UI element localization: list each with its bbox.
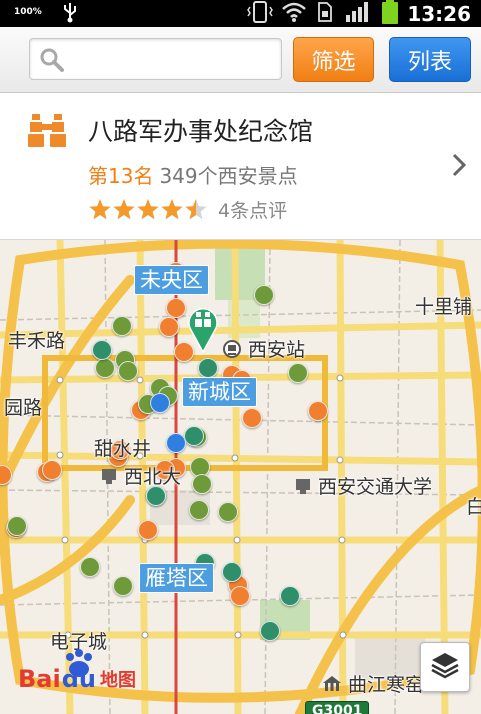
star-rating bbox=[89, 198, 207, 219]
poi-marker[interactable] bbox=[184, 426, 204, 446]
poi-marker[interactable] bbox=[42, 460, 62, 480]
building-icon bbox=[100, 466, 124, 488]
poi-marker[interactable] bbox=[230, 586, 250, 606]
place-label: 白 bbox=[466, 496, 481, 518]
layers-icon bbox=[430, 651, 460, 683]
poi-marker[interactable] bbox=[150, 393, 170, 413]
poi-marker[interactable] bbox=[146, 486, 166, 506]
selected-poi-pin[interactable] bbox=[186, 302, 220, 358]
filter-button[interactable]: 筛选 bbox=[293, 37, 374, 82]
poi-marker[interactable] bbox=[159, 317, 179, 337]
poi-marker[interactable] bbox=[118, 361, 138, 381]
poi-marker[interactable] bbox=[189, 500, 209, 520]
battery-percent: 100% bbox=[14, 7, 42, 17]
district-label: 未央区 bbox=[134, 265, 209, 295]
search-input[interactable] bbox=[29, 38, 282, 80]
landmark-icon bbox=[322, 674, 348, 696]
attraction-title: 八路军办事处纪念馆 bbox=[88, 117, 314, 146]
binoculars-icon bbox=[28, 114, 66, 152]
poi-marker[interactable] bbox=[166, 433, 186, 453]
map-layers-button[interactable] bbox=[420, 642, 470, 692]
app-root: 100% 13:26 筛选 列表 八路军办事处纪念馆 第13名 349个西安景点… bbox=[0, 0, 481, 714]
place-label: 曲江寒窑 bbox=[322, 670, 424, 697]
poi-marker[interactable] bbox=[92, 340, 112, 360]
district-label: 雁塔区 bbox=[139, 563, 214, 593]
poi-marker[interactable] bbox=[80, 557, 100, 577]
poi-marker[interactable] bbox=[254, 285, 274, 305]
place-label: 园路 bbox=[4, 397, 43, 419]
baidu-map-logo: Bai du 地图 bbox=[18, 649, 136, 693]
signal-icon bbox=[345, 1, 369, 27]
place-label: 西北大 bbox=[100, 462, 181, 489]
list-button[interactable]: 列表 bbox=[389, 37, 471, 82]
star-icon bbox=[113, 198, 135, 219]
star-icon bbox=[137, 198, 159, 219]
place-label: 西安交通大学 bbox=[294, 472, 432, 499]
highway-shield: G3001 bbox=[305, 701, 370, 714]
poi-marker[interactable] bbox=[308, 401, 328, 421]
poi-marker[interactable] bbox=[280, 586, 300, 606]
star-icon bbox=[161, 198, 183, 219]
star-icon bbox=[185, 198, 207, 219]
rating: 4条点评 bbox=[88, 196, 287, 223]
building-icon bbox=[294, 476, 318, 498]
district-label: 新城区 bbox=[182, 377, 257, 407]
paw-icon bbox=[62, 649, 98, 683]
wifi-icon bbox=[281, 1, 307, 27]
review-count: 4条点评 bbox=[218, 200, 288, 222]
rank-detail: 349个西安景点 bbox=[159, 164, 298, 188]
poi-marker[interactable] bbox=[138, 520, 158, 540]
status-bar: 100% 13:26 bbox=[0, 0, 481, 27]
star-icon bbox=[89, 198, 111, 219]
chevron-right-icon[interactable] bbox=[451, 152, 467, 182]
poi-marker[interactable] bbox=[218, 502, 238, 522]
search-icon bbox=[39, 47, 65, 77]
poi-marker[interactable] bbox=[112, 316, 132, 336]
poi-marker[interactable] bbox=[166, 298, 186, 318]
attraction-card[interactable]: 八路军办事处纪念馆 第13名 349个西安景点 4条点评 bbox=[0, 93, 481, 240]
poi-marker[interactable] bbox=[260, 621, 280, 641]
battery-icon bbox=[381, 0, 399, 29]
usb-icon bbox=[62, 1, 78, 27]
place-label: 丰禾路 bbox=[8, 330, 66, 352]
poi-marker[interactable] bbox=[95, 358, 115, 378]
rank-line: 第13名 349个西安景点 bbox=[88, 160, 298, 189]
poi-marker[interactable] bbox=[242, 408, 262, 428]
map-view[interactable]: 十里铺 丰禾路 西安站 园路 甜水井 西北大 西安交通大学 电子城 曲江寒窑 白… bbox=[0, 240, 481, 714]
poi-marker[interactable] bbox=[113, 576, 133, 596]
place-label: 甜水井 bbox=[94, 438, 152, 460]
rank-number: 第13名 bbox=[88, 164, 154, 188]
clock: 13:26 bbox=[407, 1, 471, 26]
sim-icon bbox=[317, 1, 333, 27]
vibrate-icon bbox=[245, 0, 275, 28]
poi-marker[interactable] bbox=[222, 562, 242, 582]
poi-marker[interactable] bbox=[198, 358, 218, 378]
poi-marker[interactable] bbox=[7, 516, 27, 536]
poi-marker[interactable] bbox=[192, 474, 212, 494]
poi-marker[interactable] bbox=[288, 363, 308, 383]
search-toolbar: 筛选 列表 bbox=[0, 27, 481, 93]
train-station-icon bbox=[222, 339, 248, 361]
place-label: 十里铺 bbox=[415, 296, 473, 318]
place-label: 西安站 bbox=[222, 335, 305, 362]
